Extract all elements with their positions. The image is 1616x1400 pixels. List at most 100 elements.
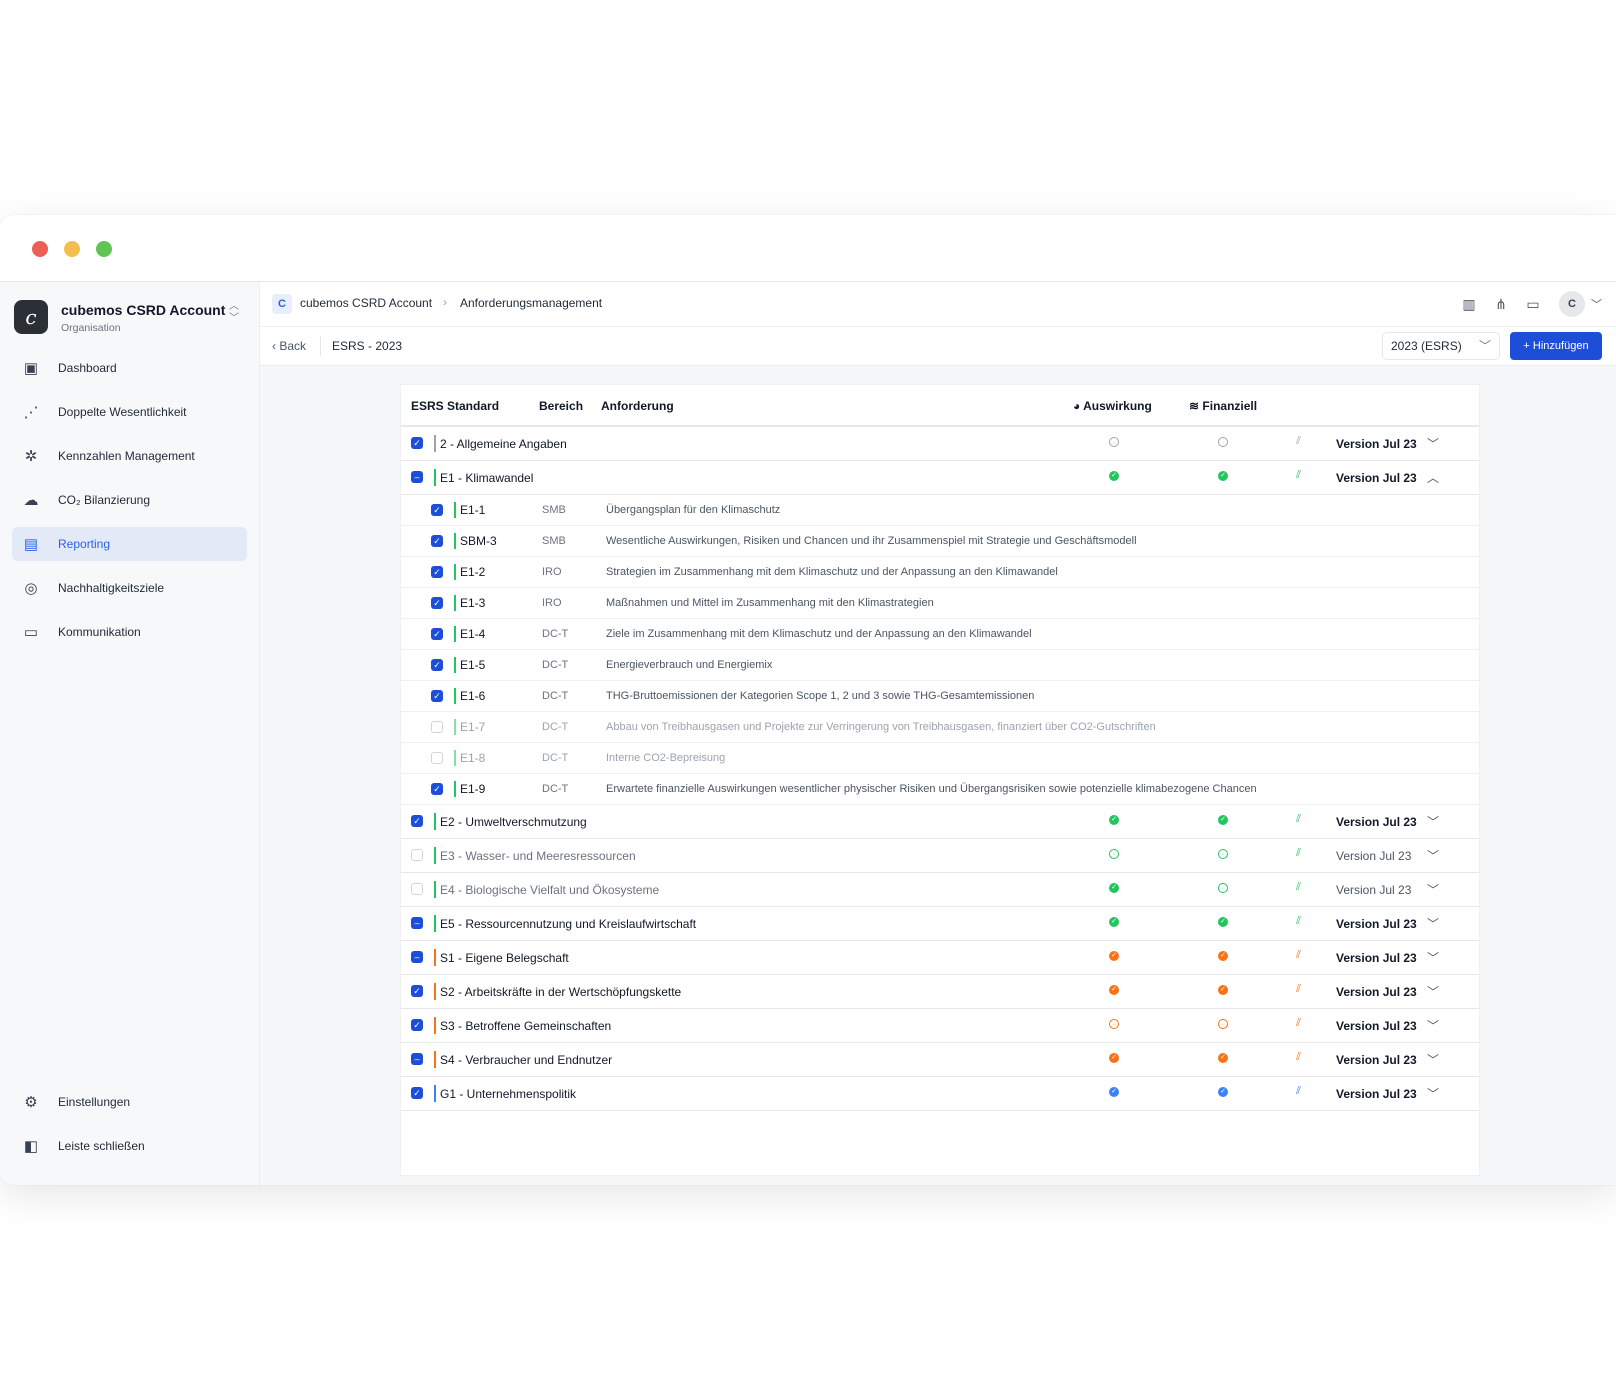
table-row[interactable]: ✓ E1-6 DC-T THG-Bruttoemissionen der Katego… [401,681,1479,712]
maximize-window-button[interactable] [96,241,112,257]
table-row[interactable]: E1-7 DC-T Abbau von Treibhausgasen und Pro… [401,712,1479,743]
row-checkbox[interactable]: ✓ [431,597,443,609]
table-row[interactable]: ✓ E1-5 DC-T Energieverbrauch und Energiemix [401,650,1479,681]
hierarchy-icon[interactable]: ⋔ [1487,296,1515,313]
org-switcher[interactable]: c cubemos CSRD Account Organisation ︿ ﹀ [14,298,244,338]
table-row[interactable]: ✓ S2 - Arbeitskräfte in der Wertschöpfung… [401,975,1479,1009]
chart-icon[interactable]: ⫽ [1296,881,1301,894]
header-finanziell[interactable]: ≋ Finanziell [1189,399,1257,413]
table-row[interactable]: ✓ E1-3 IRO Maßnahmen und Mittel im Zusammen… [401,588,1479,619]
sidebar-item-network[interactable]: ✲ Kennzahlen Management [12,439,247,473]
requirement-code: E1-9 [460,782,486,796]
chart-icon[interactable]: ⫽ [1296,847,1301,860]
row-checkbox[interactable]: ✓ [411,1087,423,1099]
chevron-down-icon[interactable]: ﹀ [1427,1085,1439,1102]
year-select[interactable]: 2023 (ESRS) ﹀ [1382,332,1500,360]
sidebar-item-document[interactable]: ▤ Reporting [12,527,247,561]
table-row[interactable]: E1-8 DC-T Interne CO2-Bepreisung [401,743,1479,774]
category-color-bar [434,435,436,452]
row-checkbox[interactable]: ✓ [431,628,443,640]
row-checkbox[interactable]: ✓ [431,690,443,702]
close-window-button[interactable] [32,241,48,257]
chart-icon[interactable]: ⫽ [1296,949,1301,962]
chevron-updown-icon[interactable]: ︿ ﹀ [229,301,239,325]
sidebar-item-gear[interactable]: ⚙ Einstellungen [12,1085,247,1119]
table-row[interactable]: – S4 - Verbraucher und Endnutzer ✓ ✓ ⫽ Versio… [401,1043,1479,1077]
chevron-down-icon[interactable]: ﹀ [1427,983,1439,1000]
header-bereich[interactable]: Bereich [539,399,583,413]
row-checkbox[interactable] [411,883,423,895]
row-checkbox[interactable]: ✓ [431,659,443,671]
table-row[interactable]: ✓ E1-4 DC-T Ziele im Zusammenhang mit dem K… [401,619,1479,650]
row-checkbox[interactable]: ✓ [411,985,423,997]
chevron-down-icon[interactable]: ﹀ [1427,813,1439,830]
sidebar-item-sidebar-toggle[interactable]: ◧ Leiste schließen [12,1129,247,1163]
table-row[interactable]: ✓ E1-9 DC-T Erwartete finanzielle Auswirkun… [401,774,1479,805]
table-row[interactable]: ✓ E1-1 SMB Übergangsplan für den Klimaschut… [401,495,1479,526]
table-row[interactable]: ✓ E2 - Umweltverschmutzung ✓ ✓ ⫽ Version Jul … [401,805,1479,839]
chart-icon[interactable]: ⫽ [1296,435,1301,448]
library-icon[interactable]: ▥ [1455,296,1483,313]
table-row[interactable]: ✓ 2 - Allgemeine Angaben · · ⫽ Version Jul 23… [401,427,1479,461]
chart-icon[interactable]: ⫽ [1296,469,1301,482]
id-card-icon[interactable]: ▭ [1519,296,1547,313]
chart-icon[interactable]: ⫽ [1296,983,1301,996]
sidebar-item-target[interactable]: ◎ Nachhaltigkeitsziele [12,571,247,605]
sidebar-item-presentation[interactable]: ▭ Kommunikation [12,615,247,649]
chevron-down-icon[interactable]: ﹀ [1427,847,1439,864]
row-checkbox[interactable] [411,849,423,861]
row-checkbox[interactable]: ✓ [431,504,443,516]
gear-icon: ⚙ [24,1094,38,1111]
chevron-up-icon[interactable]: ︿ [1427,469,1439,486]
header-anforderung[interactable]: Anforderung [601,399,674,413]
back-button[interactable]: ‹ Back [272,339,306,353]
table-row[interactable]: ✓ SBM-3 SMB Wesentliche Auswirkungen, Risik… [401,526,1479,557]
chevron-down-icon[interactable]: ﹀ [1427,435,1439,452]
chart-icon[interactable]: ⫽ [1296,1051,1301,1064]
chevron-down-icon[interactable]: ﹀ [1427,915,1439,932]
add-button[interactable]: + Hinzufügen [1510,332,1602,360]
row-checkbox[interactable]: – [411,471,423,483]
chevron-down-icon[interactable]: ﹀ [1427,881,1439,898]
chart-icon[interactable]: ⫽ [1296,1017,1301,1030]
row-checkbox[interactable]: ✓ [411,437,423,449]
minimize-window-button[interactable] [64,241,80,257]
sidebar-item-layout[interactable]: ▣ Dashboard [12,351,247,385]
row-checkbox[interactable]: – [411,917,423,929]
requirement-code: E1-6 [460,689,486,703]
chart-icon[interactable]: ⫽ [1296,1085,1301,1098]
row-checkbox[interactable]: ✓ [431,566,443,578]
row-checkbox[interactable]: ✓ [431,783,443,795]
row-checkbox[interactable] [431,721,443,733]
row-checkbox[interactable]: ✓ [411,815,423,827]
avatar[interactable]: C [1559,291,1585,317]
sidebar-item-cloud[interactable]: ☁ CO₂ Bilanzierung [12,483,247,517]
table-row[interactable]: ✓ S3 - Betroffene Gemeinschaften · · ⫽ Versio… [401,1009,1479,1043]
chevron-down-icon[interactable]: ﹀ [1427,1051,1439,1068]
table-row[interactable]: ✓ G1 - Unternehmenspolitik ✓ ✓ ⫽ Version Jul … [401,1077,1479,1111]
row-checkbox[interactable]: – [411,951,423,963]
table-row[interactable]: ✓ E1-2 IRO Strategien im Zusammenhang mit d… [401,557,1479,588]
financial-status-icon: ✓ [1218,815,1228,825]
row-checkbox[interactable]: ✓ [431,535,443,547]
row-checkbox[interactable] [431,752,443,764]
chevron-down-icon[interactable]: ﹀ [1427,1017,1439,1034]
version-label: Version Jul 23 [1336,1087,1417,1101]
chevron-down-icon[interactable]: ﹀ [1591,296,1602,312]
sidebar-item-scatter-chart[interactable]: ⋰ Doppelte Wesentlichkeit [12,395,247,429]
row-checkbox[interactable]: ✓ [411,1019,423,1031]
chevron-down-icon[interactable]: ﹀ [1427,949,1439,966]
header-standard[interactable]: ESRS Standard [411,399,499,413]
table-row[interactable]: E4 - Biologische Vielfalt und Ökosysteme… [401,873,1479,907]
table-row[interactable]: – E5 - Ressourcennutzung und Kreislaufwir… [401,907,1479,941]
header-auswirkung[interactable]: ◕ Auswirkung [1073,399,1152,413]
chart-icon[interactable]: ⫽ [1296,915,1301,928]
impact-status-icon: ✓ [1109,883,1119,893]
table-row[interactable]: – E1 - Klimawandel ✓ ✓ ⫽ Version Jul 23 ︿ [401,461,1479,495]
target-icon: ◎ [24,580,38,597]
breadcrumb-root[interactable]: cubemos CSRD Account [300,296,432,310]
table-row[interactable]: – S1 - Eigene Belegschaft ✓ ✓ ⫽ Version Jul 2… [401,941,1479,975]
table-row[interactable]: E3 - Wasser- und Meeresressourcen · · ⫽ Vers… [401,839,1479,873]
row-checkbox[interactable]: – [411,1053,423,1065]
chart-icon[interactable]: ⫽ [1296,813,1301,826]
